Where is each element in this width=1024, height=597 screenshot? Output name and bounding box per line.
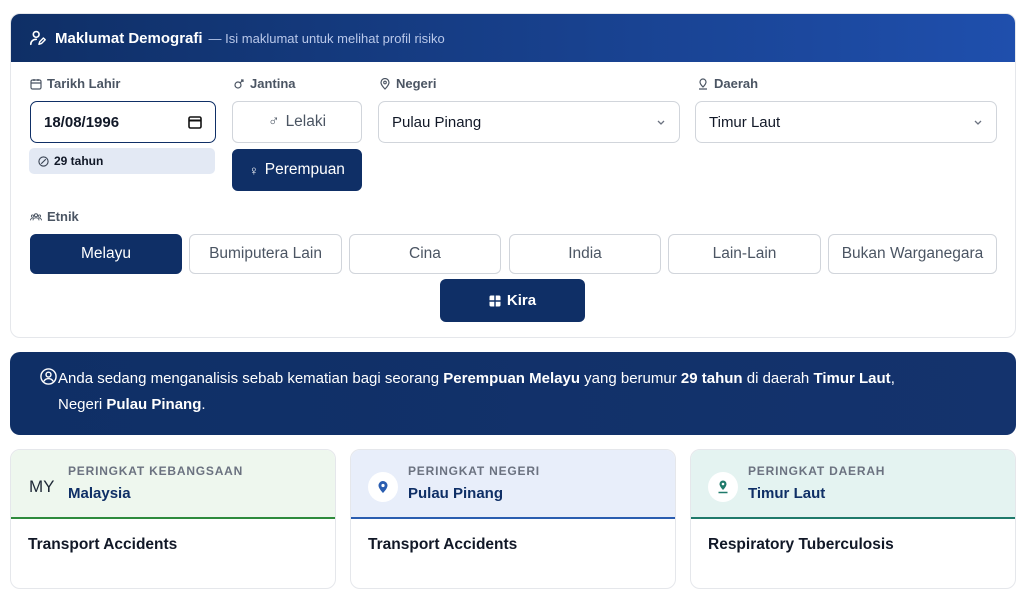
map-pin-icon xyxy=(380,77,390,90)
ranking-cause: Transport Accidents xyxy=(368,536,518,553)
state-label: Negeri xyxy=(379,76,436,91)
chevron-down-icon xyxy=(657,120,665,125)
user-edit-icon xyxy=(29,29,47,47)
ranking-place: Timur Laut xyxy=(748,485,826,502)
calendar-icon xyxy=(30,78,42,90)
district-label: Daerah xyxy=(697,76,758,91)
ranking-cause: Respiratory Tuberculosis xyxy=(708,536,894,553)
state-select[interactable]: Pulau Pinang xyxy=(378,101,680,143)
ethnicity-option-cina[interactable]: Cina xyxy=(349,234,501,274)
summary-banner: Anda sedang menganalisis sebab kematian … xyxy=(10,352,1016,435)
gender-label: Jantina xyxy=(233,76,296,91)
user-circle-icon xyxy=(40,368,57,385)
ranking-caption: PERINGKAT KEBANGSAAN xyxy=(68,464,244,478)
district-select[interactable]: Timur Laut xyxy=(695,101,997,143)
gender-female-button[interactable]: ♀ Perempuan xyxy=(232,149,362,191)
dob-value: 18/08/1996 xyxy=(44,113,120,131)
group-icon xyxy=(30,212,42,220)
ethnicity-label: Etnik xyxy=(30,209,79,224)
ranking-card-district: PERINGKAT DAERAH Timur Laut Respiratory … xyxy=(690,449,1016,589)
calculate-button[interactable]: Kira xyxy=(440,279,585,322)
card-title: Maklumat Demografi xyxy=(55,29,203,47)
ethnicity-option-bumiputera-lain[interactable]: Bumiputera Lain xyxy=(189,234,342,274)
gender-icon xyxy=(234,78,244,89)
ranking-caption: PERINGKAT NEGERI xyxy=(408,464,540,478)
country-code: MY xyxy=(29,477,55,496)
summary-text: Anda sedang menganalisis sebab kematian … xyxy=(58,370,895,413)
male-icon: ♂ xyxy=(267,113,280,130)
ranking-caption: PERINGKAT DAERAH xyxy=(748,464,886,478)
location-icon xyxy=(699,77,707,90)
ethnicity-option-bukan-warganegara[interactable]: Bukan Warganegara xyxy=(828,234,997,274)
ranking-card-national: MY PERINGKAT KEBANGSAAN Malaysia Transpo… xyxy=(10,449,336,589)
female-icon: ♀ xyxy=(249,162,259,178)
ranking-cause: Transport Accidents xyxy=(28,536,178,553)
map-pin-icon xyxy=(368,472,398,502)
age-badge: 29 tahun xyxy=(29,148,215,174)
ranking-header: MY PERINGKAT KEBANGSAAN Malaysia xyxy=(11,450,335,519)
calendar-picker-icon[interactable] xyxy=(188,115,202,129)
dob-input[interactable]: 18/08/1996 xyxy=(30,101,216,143)
ranking-place: Pulau Pinang xyxy=(408,485,504,502)
ethnicity-option-india[interactable]: India xyxy=(509,234,661,274)
ethnicity-option-melayu[interactable]: Melayu xyxy=(30,234,182,274)
calculator-icon xyxy=(489,295,501,306)
location-icon xyxy=(708,472,738,502)
ranking-header: PERINGKAT DAERAH Timur Laut xyxy=(691,450,1015,519)
ranking-card-state: PERINGKAT NEGERI Pulau Pinang Transport … xyxy=(350,449,676,589)
gender-male-button[interactable]: ♂ Lelaki xyxy=(232,101,362,143)
chevron-down-icon xyxy=(974,120,982,125)
ranking-header: PERINGKAT NEGERI Pulau Pinang xyxy=(351,450,675,519)
dob-label: Tarikh Lahir xyxy=(30,76,120,91)
ranking-place: Malaysia xyxy=(68,485,131,502)
check-circle-icon xyxy=(38,155,49,167)
card-header: Maklumat Demografi — Isi maklumat untuk … xyxy=(11,14,1015,62)
ethnicity-option-lain-lain[interactable]: Lain-Lain xyxy=(668,234,821,274)
card-subtitle: — Isi maklumat untuk melihat profil risi… xyxy=(208,30,445,46)
